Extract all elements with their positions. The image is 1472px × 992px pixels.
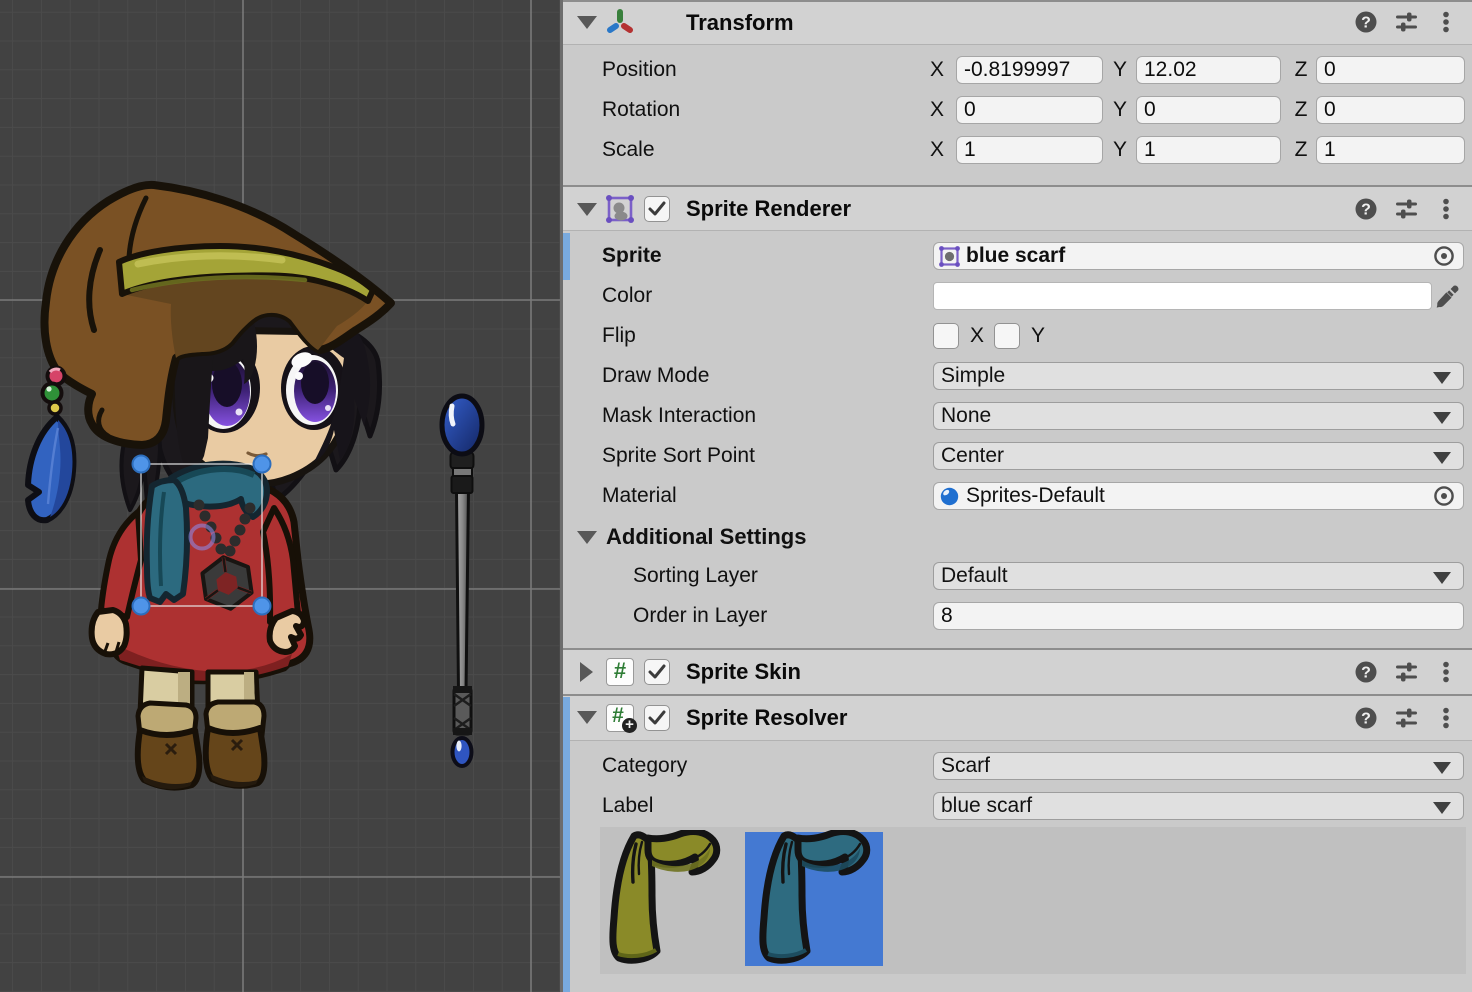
- svg-text:?: ?: [1361, 202, 1371, 219]
- svg-text:?: ?: [1361, 665, 1371, 682]
- svg-text:?: ?: [1361, 15, 1371, 32]
- svg-text:?: ?: [1361, 711, 1371, 728]
